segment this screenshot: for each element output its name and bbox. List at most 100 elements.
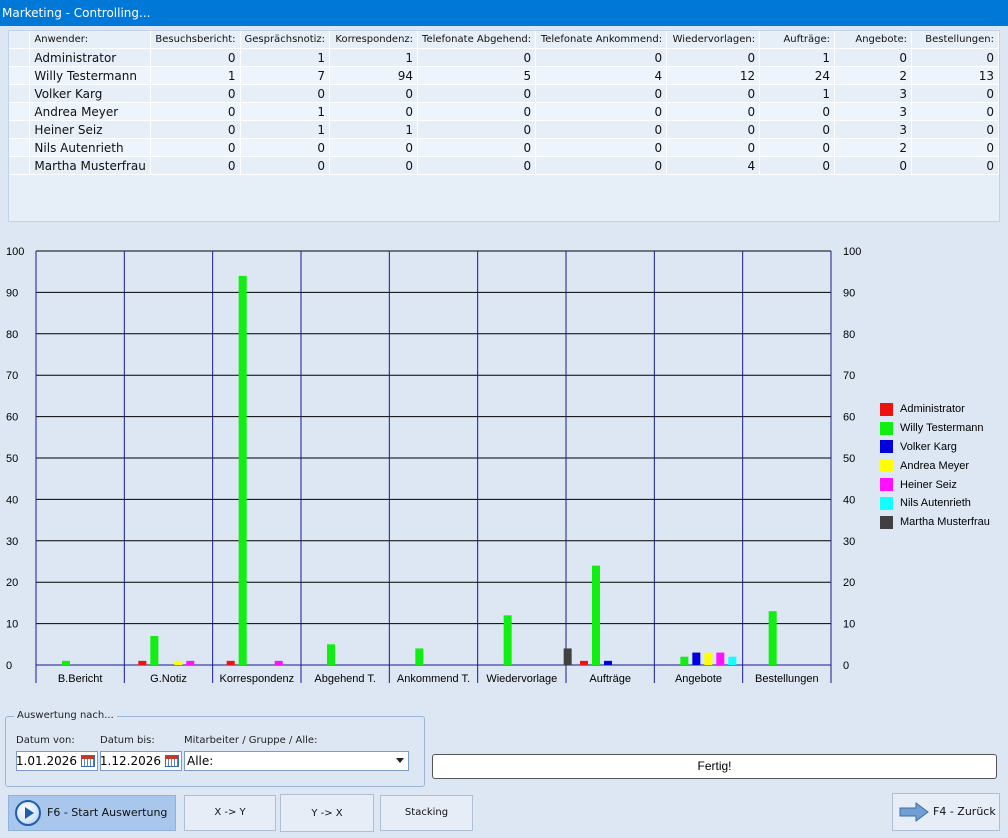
column-header-besuchsbericht[interactable]: Besuchsbericht: [150,31,241,49]
table-cell: 1 [759,48,836,67]
table-cell: 0 [329,138,419,157]
legend-swatch [880,402,893,416]
y-tick-label-right: 40 [843,494,855,506]
date-to-field[interactable]: 31.12.2026 [100,751,182,771]
calendar-icon[interactable] [81,755,95,767]
table-row[interactable]: Nils Autenrieth 0 0 0 0 0 0 0 2 0 [9,138,1000,157]
table-cell: 0 [150,138,241,157]
cell-user-name: Heiner Seiz [29,120,152,139]
back-button[interactable]: F4 - Zurück [892,793,1000,831]
cell-user-name: Volker Karg [29,84,152,103]
row-selector[interactable] [9,48,31,67]
table-cell: 0 [417,102,537,121]
cell-user-name: Willy Testermann [29,66,152,85]
cell-user-name: Administrator [29,48,152,67]
row-selector[interactable] [9,102,31,121]
table-cell: 0 [417,138,537,157]
legend-label: Heiner Seiz [900,478,957,491]
stacking-button[interactable]: Stacking [380,795,473,831]
date-from-field[interactable]: 01.01.2026 [16,751,98,771]
table-cell: 0 [834,48,912,67]
table-row[interactable]: Andrea Meyer 0 1 0 0 0 0 0 3 0 [9,102,1000,121]
bar [580,660,588,665]
table-row[interactable]: Administrator 0 1 1 0 0 0 1 0 0 [9,48,1000,67]
y-tick-label-left: 0 [6,660,12,672]
y-tick-label-right: 100 [843,246,861,258]
table-cell: 0 [329,156,419,175]
table-cell: 0 [911,102,1000,121]
column-header-korrespondenz[interactable]: Korrespondenz: [329,31,419,49]
date-from-value: 01.01.2026 [16,754,77,768]
table-cell: 0 [759,120,836,139]
column-header-gespraechsnotiz[interactable]: Gesprächsnotiz: [240,31,331,49]
x-to-y-button[interactable]: X -> Y [184,795,276,831]
start-evaluation-label: F6 - Start Auswertung [47,806,168,819]
x-tick-label: Angebote [675,673,722,685]
status-field: Fertig! [432,754,997,779]
table-cell: 0 [417,84,537,103]
table-cell: 0 [535,120,668,139]
column-header-telefonate-ankommend[interactable]: Telefonate Ankommend: [535,31,668,49]
column-header-angebote[interactable]: Angebote: [834,31,912,49]
table-cell: 0 [666,84,761,103]
table-row[interactable]: Volker Karg 0 0 0 0 0 0 1 3 0 [9,84,1000,103]
y-tick-label-left: 40 [6,494,18,506]
y-to-x-button[interactable]: Y -> X [280,794,374,832]
table-cell: 0 [535,156,668,175]
column-header-bestellungen[interactable]: Bestellungen: [911,31,1000,49]
legend-item: Martha Musterfrau [880,513,990,532]
bar [704,652,713,665]
table-cell: 0 [150,102,241,121]
calendar-icon[interactable] [165,755,179,767]
table-cell: 0 [911,48,1000,67]
table-cell: 0 [759,102,836,121]
table-row[interactable]: Willy Testermann 1 7 94 5 4 12 24 2 13 [9,66,1000,85]
row-selector[interactable] [9,66,31,85]
y-tick-label-left: 70 [6,370,18,382]
table-cell: 5 [417,66,537,85]
bar [138,660,147,665]
bar [415,648,424,665]
x-tick-label: Korrespondenz [220,673,295,685]
chevron-down-icon[interactable] [396,758,404,763]
table-cell: 0 [240,84,331,103]
table-row[interactable]: Heiner Seiz 0 1 1 0 0 0 0 3 0 [9,120,1000,139]
legend-swatch [880,496,893,510]
chart-legend: Administrator Willy Testermann Volker Karg… [880,400,990,532]
column-header-telefonate-abgehend[interactable]: Telefonate Abgehend: [417,31,537,49]
table-cell: 0 [150,156,241,175]
x-tick-label: Abgehend T. [314,673,376,685]
start-evaluation-button[interactable]: F6 - Start Auswertung [8,795,176,831]
legend-swatch [880,459,893,473]
y-tick-label-right: 90 [843,287,855,299]
table-cell: 0 [834,156,912,175]
row-selector[interactable] [9,156,31,175]
table-cell: 0 [150,120,241,139]
table-cell: 0 [911,138,1000,157]
employee-select[interactable]: Alle: [184,751,409,771]
bar [186,660,195,665]
table-cell: 0 [911,84,1000,103]
table-cell: 1 [150,66,241,85]
x-tick-label: G.Notiz [150,673,187,685]
y-tick-label-left: 20 [6,577,18,589]
y-tick-label-right: 50 [843,453,855,465]
column-header-anwender[interactable]: Anwender: [29,31,152,49]
row-selector[interactable] [9,120,31,139]
legend-item: Administrator [880,400,990,419]
bar [150,636,159,665]
legend-swatch [880,515,893,529]
table-cell: 0 [666,102,761,121]
table-header-row: Anwender: Besuchsbericht: Gesprächsnotiz… [9,31,1000,49]
y-tick-label-right: 20 [843,577,855,589]
table-row[interactable]: Martha Musterfrau 0 0 0 0 0 4 0 0 0 [9,156,1000,175]
column-header-auftraege[interactable]: Aufträge: [759,31,836,49]
column-header-wiedervorlagen[interactable]: Wiedervorlagen: [666,31,761,49]
table-cell: 3 [834,102,912,121]
legend-swatch [880,421,893,435]
row-selector[interactable] [9,84,31,103]
row-selector[interactable] [9,138,31,157]
x-tick-label: Ankommend T. [397,673,470,685]
date-to-label: Datum bis: [100,735,155,746]
table-cell: 3 [834,120,912,139]
